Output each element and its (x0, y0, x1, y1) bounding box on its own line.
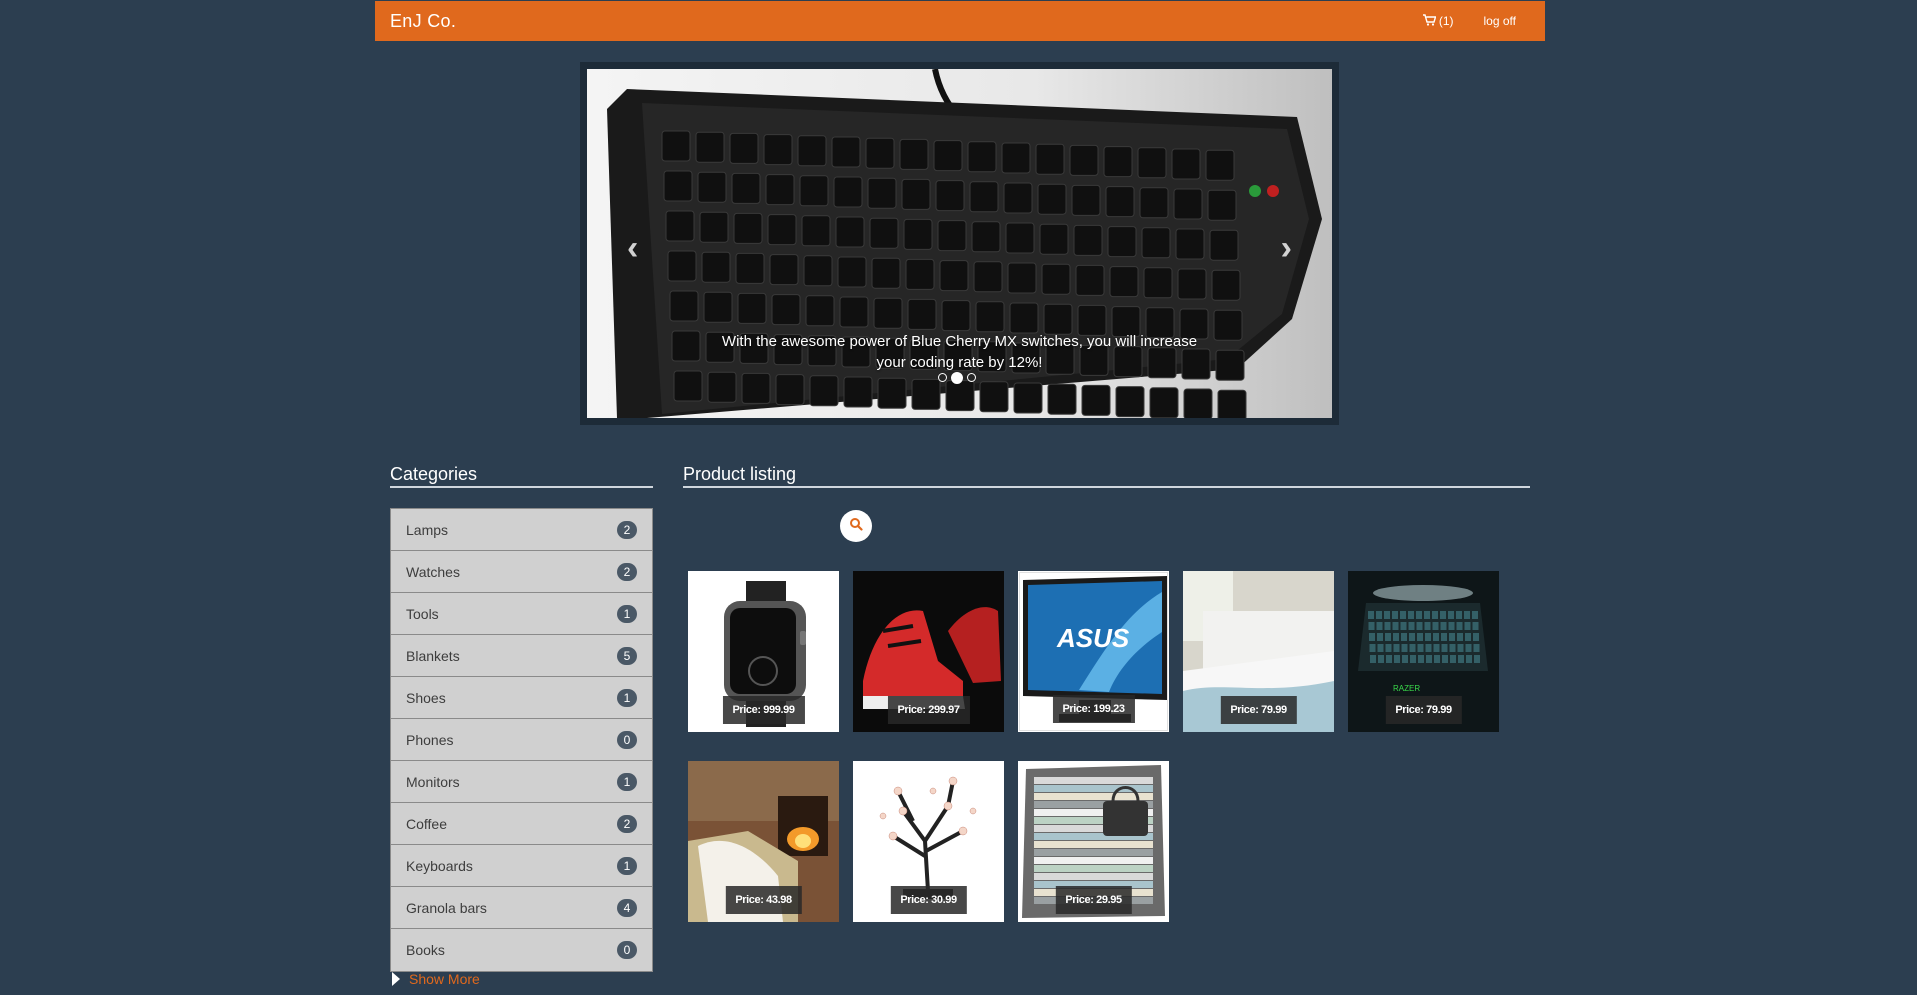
chevron-left-icon: ‹ (627, 229, 639, 267)
category-label: Coffee (406, 815, 447, 832)
category-count-badge: 4 (617, 898, 637, 917)
carousel-next-button[interactable]: › (1281, 229, 1292, 268)
category-label: Shoes (406, 689, 446, 706)
product-price: Price: 30.99 (890, 886, 967, 914)
caret-right-icon (392, 972, 400, 986)
category-item-monitors[interactable]: Monitors 1 (391, 761, 652, 803)
category-label: Granola bars (406, 899, 487, 916)
search-icon (849, 517, 863, 536)
category-item-blankets[interactable]: Blankets 5 (391, 635, 652, 677)
logoff-link[interactable]: log off (1484, 14, 1516, 28)
category-label: Lamps (406, 521, 449, 538)
category-item-books[interactable]: Books 0 (391, 929, 652, 971)
category-count-badge: 2 (617, 814, 637, 833)
product-listing-title: Product listing (683, 464, 1530, 488)
product-price: Price: 79.99 (1220, 696, 1297, 724)
product-tile-fireplace-blanket[interactable]: Price: 43.98 (688, 761, 839, 922)
category-item-shoes[interactable]: Shoes 1 (391, 677, 652, 719)
category-item-phones[interactable]: Phones 0 (391, 719, 652, 761)
carousel-frame: ‹ › With the awesome power of Blue Cherr… (580, 62, 1339, 425)
carousel-indicators (938, 371, 976, 384)
category-count-badge: 1 (617, 688, 637, 707)
product-tile-shoes[interactable]: Price: 299.97 (853, 571, 1004, 732)
product-tile-bed-blanket[interactable]: Price: 79.99 (1183, 571, 1334, 732)
carousel-dot-2[interactable] (951, 371, 963, 384)
brand-logo[interactable]: EnJ Co. (390, 11, 456, 32)
category-count-badge: 0 (617, 941, 637, 959)
category-count-badge: 0 (617, 730, 637, 749)
product-tile-watch[interactable]: Price: 999.99 (688, 571, 839, 732)
category-label: Watches (406, 563, 460, 580)
category-count-badge: 1 (617, 604, 637, 623)
product-tile-monitor[interactable]: ASUS Price: 199.23 (1018, 571, 1169, 732)
chevron-right-icon: › (1280, 229, 1292, 267)
category-item-granola-bars[interactable]: Granola bars 4 (391, 887, 652, 929)
category-count-badge: 1 (617, 772, 637, 791)
category-item-keyboards[interactable]: Keyboards 1 (391, 845, 652, 887)
svg-text:ASUS: ASUS (1056, 623, 1130, 653)
category-label: Tools (406, 605, 439, 622)
category-count-badge: 1 (617, 856, 637, 875)
carousel-dot-3[interactable] (967, 373, 976, 382)
carousel-dot-1[interactable] (938, 373, 947, 382)
category-label: Keyboards (406, 857, 473, 874)
category-label: Blankets (406, 647, 460, 664)
product-price: Price: 299.97 (887, 696, 970, 724)
search-button[interactable] (840, 510, 872, 542)
top-navbar: EnJ Co. (1) log off (375, 1, 1545, 41)
cart-count: (1) (1438, 14, 1454, 28)
product-price: Price: 999.99 (722, 696, 805, 724)
cart-link[interactable]: (1) (1422, 13, 1454, 29)
product-price: Price: 43.98 (725, 886, 802, 914)
categories-title: Categories (390, 464, 653, 488)
svg-text:RAZER: RAZER (1393, 684, 1420, 693)
show-more-link[interactable]: Show More (392, 971, 480, 987)
category-list: Lamps 2 Watches 2 Tools 1 Blankets 5 Shoes 1 Phone… (390, 508, 653, 972)
product-price: Price: 29.95 (1055, 886, 1132, 914)
category-count-badge: 2 (617, 562, 637, 581)
category-item-watches[interactable]: Watches 2 (391, 551, 652, 593)
carousel-caption: With the awesome power of Blue Cherry MX… (721, 333, 1198, 371)
category-label: Monitors (406, 773, 460, 790)
category-count-badge: 5 (617, 646, 637, 665)
category-label: Books (406, 942, 445, 958)
cart-icon (1422, 13, 1437, 29)
product-tile-lamp-tree[interactable]: Price: 30.99 (853, 761, 1004, 922)
navbar-right: (1) log off (1422, 13, 1516, 29)
category-item-lamps[interactable]: Lamps 2 (391, 509, 652, 551)
product-price: Price: 79.99 (1385, 696, 1462, 724)
category-count-badge: 2 (617, 520, 637, 539)
category-item-coffee[interactable]: Coffee 2 (391, 803, 652, 845)
category-label: Phones (406, 731, 454, 748)
product-tile-picnic-blanket[interactable]: Price: 29.95 (1018, 761, 1169, 922)
carousel-prev-button[interactable]: ‹ (627, 229, 638, 268)
category-item-tools[interactable]: Tools 1 (391, 593, 652, 635)
product-tile-keyboard[interactable]: RAZER Price: 79.99 (1348, 571, 1499, 732)
show-more-label: Show More (409, 971, 480, 987)
carousel: ‹ › With the awesome power of Blue Cherr… (587, 69, 1332, 418)
product-price: Price: 199.23 (1052, 695, 1135, 723)
